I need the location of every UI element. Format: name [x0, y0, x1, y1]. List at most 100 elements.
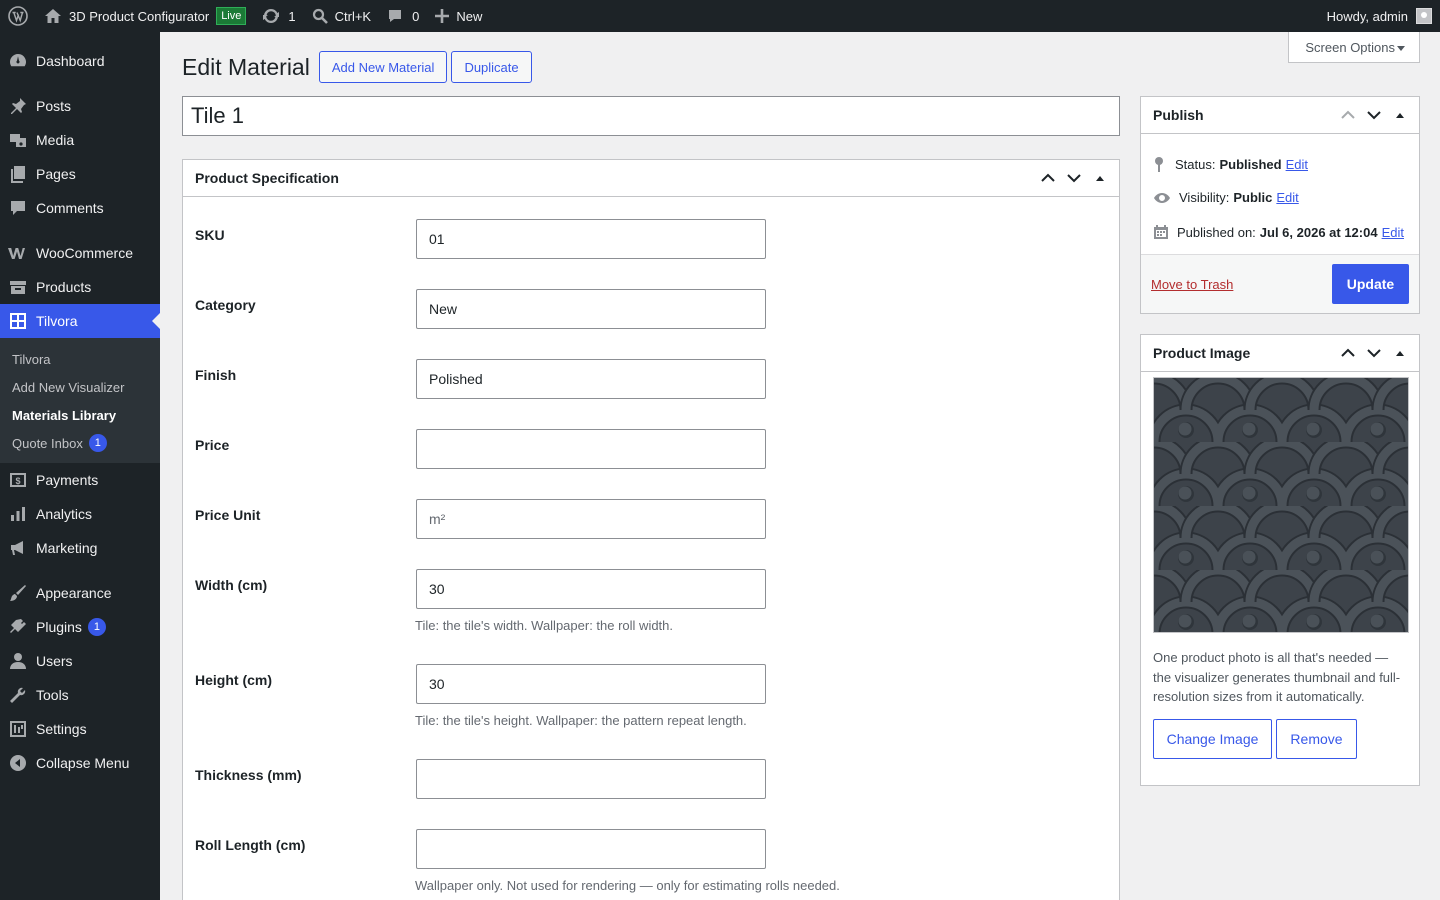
- postbox-header: Publish: [1141, 97, 1419, 134]
- sidebar-item-plugins[interactable]: Plugins 1: [0, 610, 160, 644]
- product-specification-box: Product Specification SKU 01 Category Ne…: [182, 159, 1120, 900]
- updates-count: 1: [288, 8, 296, 24]
- sidebar-item-pages[interactable]: Pages: [0, 157, 160, 191]
- plugins-count-badge: 1: [87, 618, 106, 636]
- plus-icon: [435, 9, 450, 23]
- settings-icon: [8, 719, 28, 739]
- field-description: Tile: the tile's width. Wallpaper: the r…: [415, 618, 674, 633]
- live-badge: Live: [216, 7, 247, 25]
- move-down-icon[interactable]: [1361, 335, 1387, 371]
- search-shortcut[interactable]: Ctrl+K: [304, 0, 379, 32]
- update-button[interactable]: Update: [1332, 264, 1409, 304]
- submenu-item-tilvora[interactable]: Tilvora: [0, 345, 160, 373]
- width-input[interactable]: 30: [416, 569, 766, 609]
- sidebar-item-marketing[interactable]: Marketing: [0, 531, 160, 565]
- sidebar-item-settings[interactable]: Settings: [0, 712, 160, 746]
- plug-icon: [8, 617, 28, 637]
- move-up-icon[interactable]: [1335, 335, 1361, 371]
- category-input[interactable]: New: [416, 289, 766, 329]
- sidebar-item-analytics[interactable]: Analytics: [0, 497, 160, 531]
- page-header: Edit Material Add New Material Duplicate: [182, 51, 536, 83]
- publish-visibility: Visibility: Public Edit: [1153, 190, 1299, 205]
- dashboard-icon: [8, 51, 28, 71]
- comments-link[interactable]: 0: [379, 0, 427, 32]
- comments-count: 0: [412, 8, 420, 24]
- admin-bar: 3D Product Configurator Live 1 Ctrl+K 0 …: [0, 0, 1440, 32]
- pin-icon: [1153, 156, 1175, 172]
- updates-icon: [262, 7, 280, 25]
- move-down-icon[interactable]: [1361, 97, 1387, 133]
- megaphone-icon: [8, 538, 28, 558]
- price-input[interactable]: [416, 429, 766, 469]
- field-label: Thickness (mm): [195, 767, 302, 783]
- sidebar-item-appearance[interactable]: Appearance: [0, 576, 160, 610]
- sidebar-item-tilvora[interactable]: Tilvora: [0, 304, 160, 338]
- finish-input[interactable]: Polished: [416, 359, 766, 399]
- sidebar-item-collapse-menu[interactable]: Collapse Menu: [0, 746, 160, 780]
- field-description: Tile: the tile's height. Wallpaper: the …: [415, 713, 747, 728]
- field-label: SKU: [195, 227, 225, 243]
- collapse-icon: [8, 753, 28, 773]
- edit-visibility-link[interactable]: Edit: [1276, 190, 1298, 205]
- wordpress-logo-icon[interactable]: [0, 0, 36, 32]
- height-input[interactable]: 30: [416, 664, 766, 704]
- post-title-input[interactable]: Tile 1: [182, 96, 1120, 136]
- add-new-material-button[interactable]: Add New Material: [318, 51, 448, 83]
- analytics-icon: [8, 504, 28, 524]
- roll-length-input[interactable]: [416, 829, 766, 869]
- postbox-header: Product Image: [1141, 335, 1419, 372]
- field-label: Price: [195, 437, 230, 453]
- sidebar-item-tools[interactable]: Tools: [0, 678, 160, 712]
- avatar[interactable]: [1416, 8, 1432, 24]
- site-name: 3D Product Configurator: [69, 8, 210, 24]
- woocommerce-icon: [8, 243, 28, 263]
- thickness-input[interactable]: [416, 759, 766, 799]
- sku-input[interactable]: 01: [416, 219, 766, 259]
- sidebar-item-payments[interactable]: $ Payments: [0, 463, 160, 497]
- sidebar-item-products[interactable]: Products: [0, 270, 160, 304]
- toggle-panel-icon[interactable]: [1387, 335, 1413, 371]
- field-label: Category: [195, 297, 256, 313]
- toggle-panel-icon[interactable]: [1387, 97, 1413, 133]
- edit-status-link[interactable]: Edit: [1286, 157, 1308, 172]
- screen-options-button[interactable]: Screen Options: [1288, 32, 1420, 63]
- grid-icon: [8, 311, 28, 331]
- site-name-link[interactable]: 3D Product Configurator Live: [36, 0, 254, 32]
- sidebar-item-dashboard[interactable]: Dashboard: [0, 44, 160, 78]
- change-image-button[interactable]: Change Image: [1153, 719, 1272, 759]
- submenu-item-quote-inbox[interactable]: Quote Inbox 1: [0, 429, 160, 457]
- move-to-trash-link[interactable]: Move to Trash: [1151, 277, 1233, 292]
- updates-link[interactable]: 1: [254, 0, 303, 32]
- field-description: Wallpaper only. Not used for rendering —…: [415, 878, 840, 893]
- move-up-icon[interactable]: [1335, 97, 1361, 133]
- wrench-icon: [8, 685, 28, 705]
- new-label: New: [456, 8, 483, 24]
- submenu-item-add-new-visualizer[interactable]: Add New Visualizer: [0, 373, 160, 401]
- sidebar-item-woocommerce[interactable]: WooCommerce: [0, 236, 160, 270]
- sidebar-item-comments[interactable]: Comments: [0, 191, 160, 225]
- new-content-link[interactable]: New: [427, 0, 490, 32]
- brush-icon: [8, 583, 28, 603]
- field-label: Width (cm): [195, 577, 268, 593]
- postbox-header: Product Specification: [183, 160, 1119, 197]
- toggle-panel-icon[interactable]: [1087, 160, 1113, 196]
- product-image-box: Product Image One product photo is all t…: [1140, 334, 1420, 786]
- tilvora-submenu: Tilvora Add New Visualizer Materials Lib…: [0, 338, 160, 463]
- field-label: Price Unit: [195, 507, 261, 523]
- move-up-icon[interactable]: [1035, 160, 1061, 196]
- eye-icon: [1153, 192, 1179, 204]
- product-image-thumbnail[interactable]: [1153, 377, 1409, 633]
- submenu-item-materials-library[interactable]: Materials Library: [0, 401, 160, 429]
- pin-icon: [8, 96, 28, 116]
- howdy-text[interactable]: Howdy, admin: [1327, 9, 1408, 24]
- sidebar-item-posts[interactable]: Posts: [0, 89, 160, 123]
- postbox-title: Product Image: [1153, 345, 1251, 361]
- move-down-icon[interactable]: [1061, 160, 1087, 196]
- sidebar-item-media[interactable]: Media: [0, 123, 160, 157]
- price-unit-input[interactable]: m²: [416, 499, 766, 539]
- duplicate-button[interactable]: Duplicate: [451, 51, 532, 83]
- remove-image-button[interactable]: Remove: [1276, 719, 1357, 759]
- sidebar-item-users[interactable]: Users: [0, 644, 160, 678]
- edit-date-link[interactable]: Edit: [1382, 225, 1404, 240]
- svg-text:$: $: [15, 476, 20, 486]
